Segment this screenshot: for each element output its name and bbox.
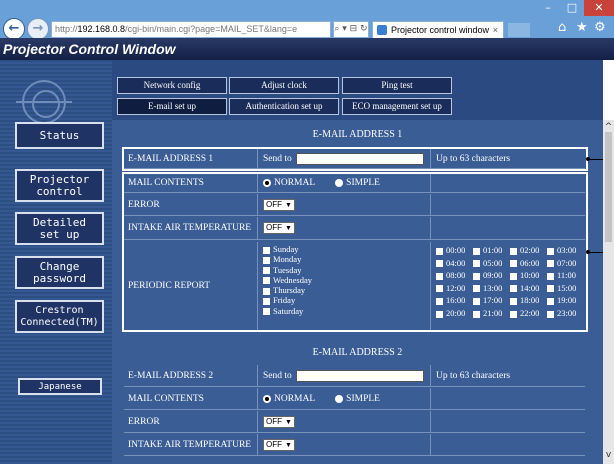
email-address-2-row: E-MAIL ADDRESS 2 Send to Up to 63 charac… (124, 365, 585, 387)
error-select[interactable]: OFF ▼ (263, 415, 295, 428)
cell-divider (257, 411, 258, 432)
scroll-up-arrow-icon[interactable]: ^ (603, 122, 614, 132)
send-to-group: Send to (263, 365, 424, 386)
home-icon[interactable]: ⌂ (558, 20, 566, 35)
callout-dot (586, 157, 590, 161)
back-arrow-icon[interactable]: ← (3, 18, 25, 40)
email-address-2-input[interactable] (295, 369, 424, 382)
email-address-2-section-title: E-MAIL ADDRESS 2 (312, 347, 403, 358)
email-setup-panel: E-MAIL ADDRESS 1 E-MAIL ADDRESS 1 Send t… (112, 120, 603, 464)
email-address-2-limit-note: Up to 63 characters (436, 370, 511, 381)
tab-ping-test[interactable]: Ping test (342, 77, 452, 94)
sidebar-item-projector-control[interactable]: Projector control (15, 169, 104, 202)
minimize-icon[interactable]: – (536, 0, 560, 16)
forward-arrow-icon[interactable]: → (27, 18, 49, 40)
favorites-star-icon[interactable]: ★ (576, 20, 588, 35)
error-row-2: ERROR OFF ▼ (124, 411, 585, 433)
tab-authentication-setup[interactable]: Authentication set up (229, 98, 339, 115)
favicon-icon (377, 25, 387, 35)
send-to-label: Send to (263, 370, 292, 381)
projector-lens-logo-icon (16, 80, 72, 124)
chevron-down-icon: ▼ (285, 418, 292, 426)
cell-divider (430, 434, 431, 455)
sidebar: Status Projector control Detailed set up… (0, 60, 112, 464)
select-value: OFF (266, 439, 282, 449)
radio-selected-icon (263, 394, 271, 403)
cell-divider (257, 365, 258, 386)
contents-highlight-box (122, 172, 588, 332)
tab-eco-management-setup[interactable]: ECO management set up (342, 98, 452, 115)
select-value: OFF (266, 416, 282, 426)
cell-divider (430, 411, 431, 432)
maximize-icon[interactable]: □ (560, 0, 584, 16)
radio-label: SIMPLE (346, 393, 380, 404)
mail-contents-radio-group: NORMAL SIMPLE (263, 388, 400, 409)
mail-contents-normal-radio[interactable]: NORMAL (263, 394, 315, 404)
tab-close-icon[interactable]: × (493, 22, 498, 38)
sidebar-item-status[interactable]: Status (15, 122, 104, 149)
sidebar-item-crestron-connected[interactable]: Crestron Connected(TM) (15, 300, 104, 333)
settings-gear-icon[interactable]: ⚙ (594, 20, 606, 35)
sidebar-item-change-password[interactable]: Change password (15, 256, 104, 289)
scrollbar-thumb[interactable] (605, 132, 612, 242)
tab-network-config[interactable]: Network config (117, 77, 227, 94)
address-search-refresh-icons[interactable]: ⌕ ▾ ⊟ ↻ (333, 21, 369, 38)
sidebar-item-detailed-setup[interactable]: Detailed set up (15, 212, 104, 245)
tab-title: Projector control window (391, 25, 490, 35)
close-icon[interactable]: ✕ (584, 0, 614, 16)
page-title: Projector Control Window (0, 38, 614, 60)
intake-air-temperature-select[interactable]: OFF ▼ (263, 438, 295, 451)
error-select-cell: OFF ▼ (263, 411, 295, 432)
address-path: /cgi-bin/main.cgi?page=MAIL_SET&lang=e (125, 24, 298, 34)
browser-chrome: – □ ✕ ← → http://192.168.0.8/cgi-bin/mai… (0, 0, 614, 40)
email-address-2-label: E-MAIL ADDRESS 2 (128, 370, 214, 381)
address-highlight-box (122, 147, 588, 171)
vertical-scrollbar[interactable]: ^ v (603, 120, 614, 464)
scroll-down-arrow-icon[interactable]: v (603, 450, 614, 460)
settings-tab-bar: Network config Adjust clock Ping test E-… (112, 60, 603, 120)
callout-dot (586, 250, 590, 254)
tab-adjust-clock[interactable]: Adjust clock (229, 77, 339, 94)
window-controls: – □ ✕ (536, 0, 614, 16)
japanese-language-button[interactable]: Japanese (18, 378, 102, 395)
cell-divider (430, 388, 431, 409)
address-scheme: http:// (55, 24, 78, 34)
cell-divider (257, 434, 258, 455)
radio-label: NORMAL (274, 393, 316, 404)
mail-contents-label: MAIL CONTENTS (128, 393, 204, 404)
email-address-1-section-title: E-MAIL ADDRESS 1 (312, 129, 403, 140)
address-bar[interactable]: http://192.168.0.8/cgi-bin/main.cgi?page… (51, 21, 331, 38)
intake-air-temperature-row-2: INTAKE AIR TEMPERATURE OFF ▼ (124, 434, 585, 456)
error-label: ERROR (128, 416, 160, 427)
intake-select-cell: OFF ▼ (263, 434, 295, 455)
new-tab-button[interactable] (508, 23, 530, 37)
browser-tab[interactable]: Projector control window × (372, 21, 504, 38)
cell-divider (257, 388, 258, 409)
chevron-down-icon: ▼ (285, 441, 292, 449)
tab-email-setup[interactable]: E-mail set up (117, 98, 227, 115)
address-host: 192.168.0.8 (77, 24, 126, 34)
mail-contents-simple-radio[interactable]: SIMPLE (335, 394, 380, 404)
mail-contents-row-2: MAIL CONTENTS NORMAL SIMPLE (124, 388, 585, 410)
radio-unselected-icon (335, 394, 344, 403)
cell-divider (430, 365, 431, 386)
intake-air-temperature-label: INTAKE AIR TEMPERATURE (128, 439, 252, 450)
